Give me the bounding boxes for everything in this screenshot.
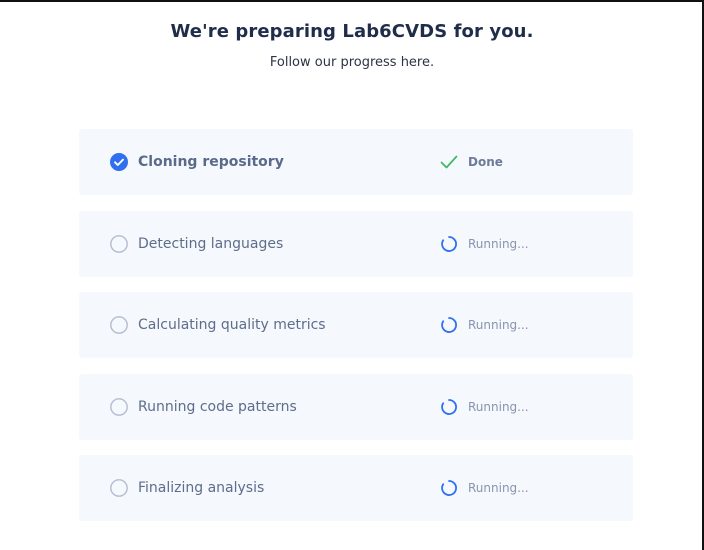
empty-circle-icon xyxy=(110,479,128,497)
window-top-border xyxy=(0,0,704,2)
spinner-icon xyxy=(440,235,458,253)
step-status: Running... xyxy=(468,399,529,414)
spinner-icon xyxy=(440,316,458,334)
step-calculating-quality-metrics: Calculating quality metrics Running... xyxy=(79,292,633,358)
step-label: Running code patterns xyxy=(138,398,297,415)
step-status: Running... xyxy=(468,481,529,495)
empty-circle-icon xyxy=(110,234,128,253)
checked-circle-icon xyxy=(110,153,128,171)
step-status: Running... xyxy=(468,318,529,332)
step-status: Done xyxy=(468,155,503,169)
spinner-icon xyxy=(440,479,458,497)
page-subtitle: Follow our progress here. xyxy=(269,55,435,70)
step-label: Calculating quality metrics xyxy=(138,317,326,333)
empty-circle-icon xyxy=(110,397,128,416)
step-label: Cloning repository xyxy=(138,154,284,170)
page-title: We're preparing Lab6CVDS for you. xyxy=(170,21,534,42)
step-running-code-patterns: Running code patterns Running... xyxy=(79,373,633,440)
step-label: Finalizing analysis xyxy=(138,480,265,496)
step-label: Detecting languages xyxy=(138,235,284,252)
empty-circle-icon xyxy=(110,316,128,334)
spinner-icon xyxy=(440,398,458,416)
checkmark-icon xyxy=(440,153,458,171)
step-status: Running... xyxy=(468,236,529,251)
step-finalizing-analysis: Finalizing analysis Running... xyxy=(79,455,633,521)
step-detecting-languages: Detecting languages Running... xyxy=(79,210,633,277)
progress-steps-list: Cloning repository Done Detecting langua… xyxy=(79,129,633,537)
page-header: We're preparing Lab6CVDS for you. Follow… xyxy=(0,20,704,72)
step-cloning-repository: Cloning repository Done xyxy=(79,129,633,195)
